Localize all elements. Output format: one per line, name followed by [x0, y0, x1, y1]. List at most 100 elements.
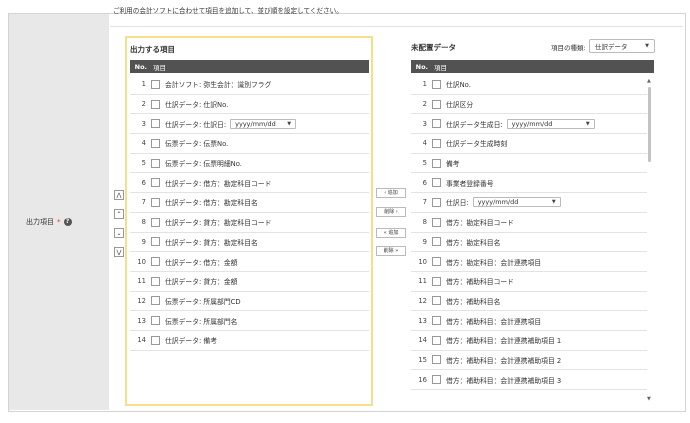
- field-label: 出力項目 * ?: [26, 217, 72, 227]
- list-item[interactable]: 10 借方：勘定科目：会計連携項目: [411, 252, 647, 272]
- list-item[interactable]: 3 仕訳データ生成日: yyyy/mm/dd ▼: [411, 114, 647, 135]
- row-checkbox[interactable]: [151, 178, 160, 188]
- row-checkbox[interactable]: [151, 119, 160, 129]
- list-item[interactable]: 2 仕訳区分: [411, 95, 647, 115]
- row-label: 仕訳データ: 貸方：勘定科目名: [165, 238, 258, 247]
- list-item[interactable]: 7 仕訳データ: 借方：勘定科目名: [130, 193, 369, 213]
- list-item[interactable]: 9 仕訳データ: 貸方：勘定科目名: [130, 233, 369, 253]
- list-item[interactable]: 8 仕訳データ: 貸方：勘定科目コード: [130, 213, 369, 233]
- row-checkbox[interactable]: [432, 217, 441, 227]
- row-checkbox[interactable]: [432, 178, 441, 188]
- list-item[interactable]: 12 借方：補助科目名: [411, 292, 647, 312]
- list-item[interactable]: 15 借方：補助科目：会計連携補助項目 2: [411, 351, 647, 371]
- row-checkbox[interactable]: [151, 217, 160, 227]
- row-checkbox[interactable]: [432, 335, 441, 345]
- row-checkbox[interactable]: [432, 138, 441, 148]
- row-checkbox[interactable]: [432, 355, 441, 365]
- date-format-select[interactable]: yyyy/mm/dd ▼: [506, 118, 595, 129]
- list-item[interactable]: 1 仕訳No.: [411, 75, 647, 95]
- list-item[interactable]: 5 伝票データ: 伝票明細No.: [130, 154, 369, 174]
- scrollbar-thumb[interactable]: [648, 87, 651, 162]
- row-number: 2: [141, 100, 146, 109]
- row-checkbox[interactable]: [432, 296, 441, 306]
- list-item[interactable]: 11 借方：補助科目コード: [411, 272, 647, 292]
- move-down-button[interactable]: ⌄: [114, 228, 124, 238]
- row-label: 仕訳データ生成日:: [446, 120, 503, 129]
- row-checkbox[interactable]: [151, 335, 160, 345]
- list-item[interactable]: 14 仕訳データ: 備考: [130, 331, 369, 351]
- row-label: 借方：勘定科目コード: [446, 219, 514, 228]
- row-label: 伝票データ: 所属部門CD: [165, 297, 241, 306]
- row-checkbox[interactable]: [151, 197, 160, 207]
- date-format-select[interactable]: yyyy/mm/dd ▼: [230, 118, 297, 129]
- row-label: 仕訳データ: 借方：勘定科目コード: [165, 179, 272, 188]
- date-format-select[interactable]: yyyy/mm/dd ▼: [472, 197, 561, 208]
- list-item[interactable]: 11 仕訳データ: 貸方：金額: [130, 272, 369, 292]
- list-item[interactable]: 1 会計ソフト: 弥生会計：識別フラグ: [130, 75, 369, 95]
- divider: [110, 26, 683, 27]
- row-checkbox[interactable]: [151, 296, 160, 306]
- row-label: 仕訳データ生成時刻: [446, 140, 508, 149]
- row-checkbox[interactable]: [432, 316, 441, 326]
- list-item[interactable]: 2 仕訳データ: 仕訳No.: [130, 95, 369, 115]
- unplaced-panel-title: 未配置データ: [411, 43, 456, 52]
- list-item[interactable]: 16 借方：補助科目：会計連携補助項目 3: [411, 370, 647, 390]
- row-number: 1: [422, 80, 427, 89]
- date-format-value: yyyy/mm/dd: [511, 119, 553, 128]
- row-label: 仕訳データ: 貸方：勘定科目コード: [165, 219, 272, 228]
- row-number: 5: [141, 159, 146, 168]
- row-checkbox[interactable]: [151, 276, 160, 286]
- list-item[interactable]: 13 伝票データ: 所属部門名: [130, 311, 369, 331]
- row-checkbox[interactable]: [432, 197, 441, 207]
- list-item[interactable]: 8 借方：勘定科目コード: [411, 213, 647, 233]
- output-list: 1 会計ソフト: 弥生会計：識別フラグ 2 仕訳データ: 仕訳No. 3 仕訳データ: 仕…: [130, 75, 369, 365]
- list-item[interactable]: 4 伝票データ: 伝票No.: [130, 134, 369, 154]
- row-checkbox[interactable]: [432, 79, 441, 89]
- row-number: 8: [422, 218, 427, 227]
- list-item[interactable]: 14 借方：補助科目：会計連携補助項目 1: [411, 331, 647, 351]
- row-label: 仕訳データ: 借方：勘定科目名: [165, 199, 258, 208]
- row-checkbox[interactable]: [432, 99, 441, 109]
- row-number: 13: [137, 316, 146, 325]
- row-label: 仕訳データ: 備考: [165, 337, 218, 346]
- list-item[interactable]: 6 事業者登録番号: [411, 173, 647, 194]
- list-item[interactable]: 12 伝票データ: 所属部門CD: [130, 292, 369, 312]
- list-item[interactable]: 5 備考: [411, 154, 647, 174]
- row-checkbox[interactable]: [432, 237, 441, 247]
- scroll-down-icon[interactable]: ▼: [647, 396, 651, 402]
- item-type-select[interactable]: 仕訳データ ▼: [589, 39, 655, 53]
- list-item[interactable]: 10 仕訳データ: 借方：金額: [130, 252, 369, 272]
- row-checkbox[interactable]: [151, 257, 160, 267]
- unplaced-col-no: No.: [415, 62, 428, 71]
- remove-all-button[interactable]: 削除 »: [376, 246, 406, 256]
- move-top-button[interactable]: ⋀: [114, 190, 124, 200]
- help-icon[interactable]: ?: [63, 218, 72, 226]
- scroll-up-icon[interactable]: ▲: [647, 78, 651, 84]
- list-item[interactable]: 7 仕訳日: yyyy/mm/dd ▼: [411, 193, 647, 213]
- list-item[interactable]: 6 仕訳データ: 借方：勘定科目コード: [130, 173, 369, 194]
- row-checkbox[interactable]: [432, 375, 441, 385]
- add-button[interactable]: ‹ 追加: [376, 188, 406, 198]
- row-number: 10: [137, 257, 146, 266]
- row-checkbox[interactable]: [432, 276, 441, 286]
- list-item[interactable]: 13 借方：補助科目：会計連携項目: [411, 311, 647, 331]
- list-item[interactable]: 4 仕訳データ生成時刻: [411, 134, 647, 154]
- remove-button[interactable]: 削除 ›: [376, 207, 406, 217]
- row-label: 仕訳データ: 仕訳No.: [165, 101, 229, 110]
- row-checkbox[interactable]: [151, 79, 160, 89]
- list-item[interactable]: 3 仕訳データ: 仕訳日: yyyy/mm/dd ▼: [130, 114, 369, 135]
- row-checkbox[interactable]: [432, 119, 441, 129]
- row-checkbox[interactable]: [151, 99, 160, 109]
- row-number: 2: [422, 100, 427, 109]
- add-all-button[interactable]: « 追加: [376, 228, 406, 238]
- move-up-button[interactable]: ⌃: [114, 209, 124, 219]
- row-checkbox[interactable]: [432, 257, 441, 267]
- list-item[interactable]: 9 借方：勘定科目名: [411, 233, 647, 253]
- move-bottom-button[interactable]: ⋁: [114, 247, 124, 257]
- row-checkbox[interactable]: [151, 158, 160, 168]
- row-checkbox[interactable]: [432, 158, 441, 168]
- output-col-no: No.: [134, 62, 147, 71]
- row-checkbox[interactable]: [151, 237, 160, 247]
- row-checkbox[interactable]: [151, 316, 160, 326]
- row-checkbox[interactable]: [151, 138, 160, 148]
